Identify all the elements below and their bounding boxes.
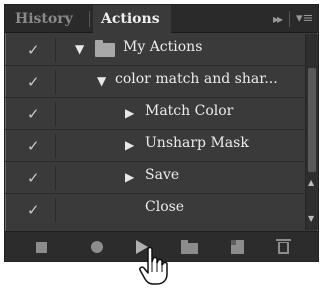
stop-button[interactable]	[33, 239, 51, 255]
dialog-toggle-slot[interactable]	[55, 198, 56, 222]
toggle-item-checkbox[interactable]: ✓	[27, 105, 43, 123]
step-label: Close	[145, 199, 185, 215]
tab-actions[interactable]: Actions	[93, 5, 171, 33]
toggle-item-checkbox[interactable]: ✓	[27, 201, 43, 219]
record-button[interactable]	[89, 239, 107, 255]
toggle-item-checkbox[interactable]: ✓	[27, 73, 43, 91]
list-item[interactable]: ✓ ▶ Match Color	[5, 98, 305, 130]
tab-history[interactable]: History	[15, 5, 73, 33]
expand-triangle-icon[interactable]: ▶	[125, 170, 134, 184]
new-set-button[interactable]	[181, 239, 199, 255]
dialog-toggle-slot[interactable]	[55, 70, 56, 94]
step-label: Match Color	[145, 103, 234, 119]
list-item[interactable]: ✓ ▶ Unsharp Mask	[5, 130, 305, 162]
delete-icon	[276, 239, 291, 254]
scroll-up-arrow-icon[interactable]: ▲	[308, 178, 314, 187]
toggle-item-checkbox[interactable]: ✓	[27, 41, 43, 59]
hand-cursor-icon	[139, 246, 168, 285]
new-set-icon	[181, 240, 198, 254]
stop-icon	[36, 242, 47, 253]
list-item[interactable]: ✓ ▼ My Actions	[5, 34, 305, 66]
toggle-item-checkbox[interactable]: ✓	[27, 137, 43, 155]
collapse-panel-icon[interactable]: ▸▸	[273, 5, 283, 33]
step-label: Unsharp Mask	[145, 135, 249, 151]
panel-header: History Actions ▸▸ ▾≡	[5, 5, 318, 33]
panel-menu-icon[interactable]: ▾≡	[296, 5, 313, 33]
action-label: color match and shar...	[115, 71, 278, 87]
dialog-toggle-slot[interactable]	[55, 102, 56, 126]
action-set-label: My Actions	[123, 39, 203, 55]
delete-button[interactable]	[275, 239, 293, 255]
list-item[interactable]: ✓ ▶ Save	[5, 162, 305, 194]
new-action-icon	[231, 240, 244, 254]
expand-triangle-icon[interactable]: ▶	[125, 106, 134, 120]
list-item[interactable]: ✓ Close	[5, 194, 305, 226]
step-label: Save	[145, 167, 180, 183]
record-icon	[91, 241, 103, 253]
dialog-toggle-slot[interactable]	[55, 134, 56, 158]
expand-triangle-icon[interactable]: ▶	[125, 138, 134, 152]
scrollbar-thumb[interactable]	[308, 68, 316, 172]
actions-panel: History Actions ▸▸ ▾≡ ✓ ▼ My Actions ✓ ▼…	[4, 4, 319, 262]
toggle-item-checkbox[interactable]: ✓	[27, 169, 43, 187]
expand-triangle-icon[interactable]: ▼	[97, 74, 106, 88]
header-divider	[289, 11, 290, 27]
folder-icon	[95, 40, 115, 57]
vertical-scrollbar[interactable]: ▲ ▼	[305, 34, 318, 230]
dialog-toggle-slot[interactable]	[55, 166, 56, 190]
dialog-toggle-slot[interactable]	[55, 38, 56, 62]
scroll-down-arrow-icon[interactable]: ▼	[308, 214, 314, 223]
new-action-button[interactable]	[229, 239, 247, 255]
expand-triangle-icon[interactable]: ▼	[75, 42, 84, 56]
list-item[interactable]: ✓ ▼ color match and shar...	[5, 66, 305, 98]
actions-list: ✓ ▼ My Actions ✓ ▼ color match and shar.…	[5, 34, 305, 230]
tab-separator	[89, 11, 90, 27]
